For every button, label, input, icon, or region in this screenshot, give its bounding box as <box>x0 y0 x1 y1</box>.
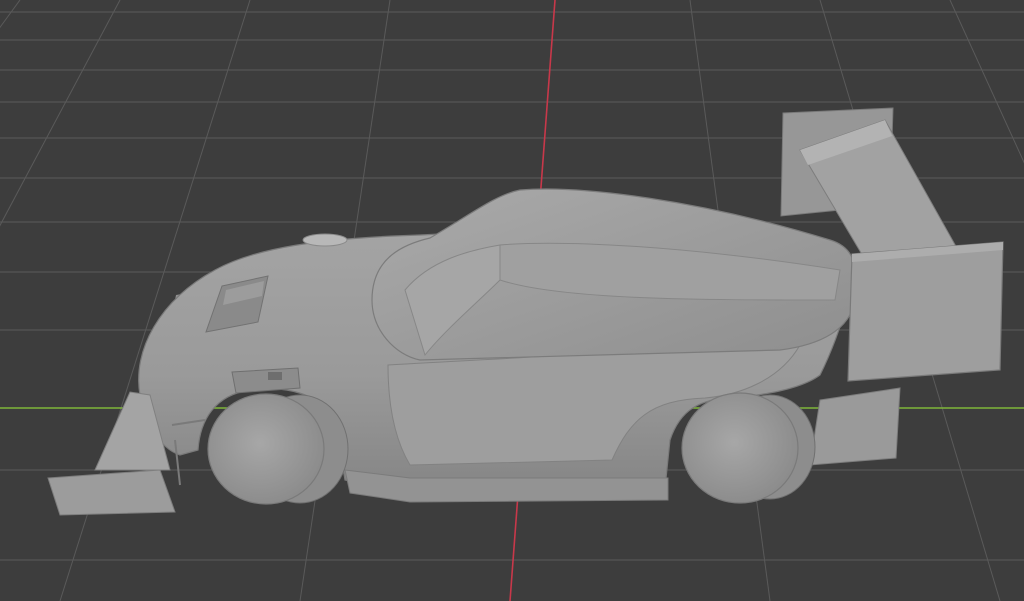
rear-wing-endplate-near <box>847 241 1004 382</box>
car-model[interactable] <box>47 107 1004 516</box>
viewport-canvas[interactable] <box>0 0 1024 601</box>
rear-diffuser <box>809 387 901 466</box>
front-headlight <box>302 233 348 247</box>
3d-viewport[interactable] <box>0 0 1024 601</box>
front-wheel <box>207 393 349 505</box>
rear-wheel <box>681 392 816 504</box>
front-splitter <box>47 469 176 516</box>
front-arch-detail <box>231 367 301 394</box>
